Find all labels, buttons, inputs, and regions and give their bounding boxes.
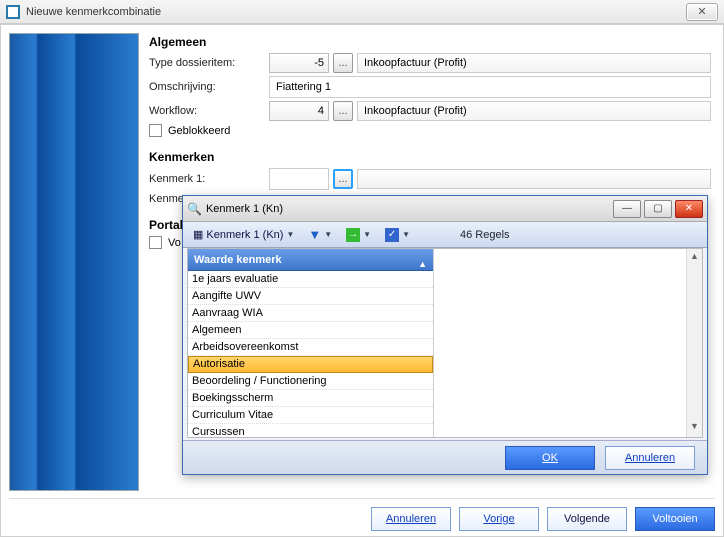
row-count-label: 46 Regels	[460, 229, 510, 241]
list-item[interactable]: Curriculum Vitae	[188, 407, 433, 424]
window-title: Nieuwe kenmerkcombinatie	[26, 6, 161, 18]
table-icon: ▦	[193, 228, 203, 241]
sort-asc-icon: ▲	[418, 253, 427, 275]
popup-title: Kenmerk 1 (Kn)	[206, 203, 283, 215]
input-workflow-value[interactable]: 4	[269, 101, 329, 121]
list-item[interactable]: Autorisatie	[188, 356, 433, 373]
arrow-right-icon: →	[346, 228, 360, 242]
label-kenmerk1: Kenmerk 1:	[149, 173, 269, 185]
chevron-down-icon: ▼	[402, 230, 410, 239]
funnel-icon: ▼	[308, 227, 321, 242]
popup-titlebar: 🔍 Kenmerk 1 (Kn) — ▢ ✕	[183, 196, 707, 222]
checkbox-portal-vo[interactable]	[149, 236, 162, 249]
toolbar-view-label: Kenmerk 1 (Kn)	[206, 229, 283, 241]
list-item[interactable]: 1e jaars evaluatie	[188, 271, 433, 288]
popup-close-button[interactable]: ✕	[675, 200, 703, 218]
popup-cancel-button[interactable]: Annuleren	[605, 446, 695, 470]
list-items: 1e jaars evaluatieAangifte UWVAanvraag W…	[188, 271, 433, 437]
scrollbar[interactable]: ▲ ▼	[686, 249, 702, 437]
label-portal-vo: Vo	[168, 237, 181, 249]
lookup-popup: 🔍 Kenmerk 1 (Kn) — ▢ ✕ ▦ Kenmerk 1 (Kn) …	[182, 195, 708, 475]
display-type-desc: Inkoopfactuur (Profit)	[357, 53, 711, 73]
display-kenmerk1-desc	[357, 169, 711, 189]
section-kenmerken-title: Kenmerken	[149, 150, 711, 164]
window-titlebar: Nieuwe kenmerkcombinatie ✕	[0, 0, 724, 24]
browse-type-button[interactable]: ...	[333, 53, 353, 73]
chevron-down-icon: ▼	[363, 230, 371, 239]
label-workflow: Workflow:	[149, 105, 269, 117]
toolbar-view-selector[interactable]: ▦ Kenmerk 1 (Kn) ▼	[189, 225, 298, 245]
display-workflow-desc: Inkoopfactuur (Profit)	[357, 101, 711, 121]
popup-maximize-button[interactable]: ▢	[644, 200, 672, 218]
row-type-dossieritem: Type dossieritem: -5 ... Inkoopfactuur (…	[149, 53, 711, 73]
label-type: Type dossieritem:	[149, 57, 269, 69]
popup-body: Waarde kenmerk ▲ 1e jaars evaluatieAangi…	[187, 248, 703, 438]
popup-toolbar: ▦ Kenmerk 1 (Kn) ▼ ▼ ▼ → ▼ ✓ ▼ 46 Regels	[183, 222, 707, 248]
detail-pane: ▲ ▼	[434, 249, 702, 437]
column-header-text: Waarde kenmerk	[194, 254, 282, 266]
input-omschrijving[interactable]: Fiattering 1	[269, 76, 711, 98]
window-close-button[interactable]: ✕	[686, 3, 718, 21]
checkbox-geblokkeerd[interactable]	[149, 124, 162, 137]
wizard-finish-button[interactable]: Voltooien	[635, 507, 715, 531]
list-item[interactable]: Beoordeling / Functionering	[188, 373, 433, 390]
row-workflow: Workflow: 4 ... Inkoopfactuur (Profit)	[149, 101, 711, 121]
toolbar-export-button[interactable]: → ▼	[342, 225, 375, 245]
row-omschrijving: Omschrijving: Fiattering 1	[149, 76, 711, 98]
browse-kenmerk1-button[interactable]: ...	[333, 169, 353, 189]
toolbar-filter-button[interactable]: ▼ ▼	[304, 225, 336, 245]
label-geblokkeerd: Geblokkeerd	[168, 125, 230, 137]
popup-footer: OK Annuleren	[183, 440, 707, 474]
chevron-down-icon: ▼	[324, 230, 332, 239]
input-type-value[interactable]: -5	[269, 53, 329, 73]
wizard-cancel-button[interactable]: Annuleren	[371, 507, 451, 531]
column-header-waarde[interactable]: Waarde kenmerk ▲	[188, 249, 433, 271]
list-column: Waarde kenmerk ▲ 1e jaars evaluatieAangi…	[188, 249, 434, 437]
row-geblokkeerd: Geblokkeerd	[149, 124, 711, 137]
list-item[interactable]: Arbeidsovereenkomst	[188, 339, 433, 356]
wizard-button-bar: Annuleren Vorige Volgende Voltooien	[9, 498, 715, 528]
label-omschrijving: Omschrijving:	[149, 81, 269, 93]
section-algemeen-title: Algemeen	[149, 35, 711, 49]
list-item[interactable]: Algemeen	[188, 322, 433, 339]
binoculars-icon: 🔍	[187, 202, 202, 216]
browse-workflow-button[interactable]: ...	[333, 101, 353, 121]
popup-minimize-button[interactable]: —	[613, 200, 641, 218]
input-kenmerk1[interactable]	[269, 168, 329, 190]
list-item[interactable]: Aangifte UWV	[188, 288, 433, 305]
popup-ok-button[interactable]: OK	[505, 446, 595, 470]
chevron-down-icon: ▼	[286, 230, 294, 239]
list-item[interactable]: Boekingsscherm	[188, 390, 433, 407]
check-icon: ✓	[385, 228, 399, 242]
toolbar-check-button[interactable]: ✓ ▼	[381, 225, 414, 245]
wizard-next-button[interactable]: Volgende	[547, 507, 627, 531]
app-icon	[6, 5, 20, 19]
scroll-up-icon[interactable]: ▲	[688, 251, 702, 265]
row-kenmerk1: Kenmerk 1: ...	[149, 168, 711, 190]
wizard-side-panel	[9, 33, 139, 491]
list-item[interactable]: Aanvraag WIA	[188, 305, 433, 322]
wizard-prev-button[interactable]: Vorige	[459, 507, 539, 531]
scroll-down-icon[interactable]: ▼	[688, 421, 702, 435]
list-item[interactable]: Cursussen	[188, 424, 433, 437]
